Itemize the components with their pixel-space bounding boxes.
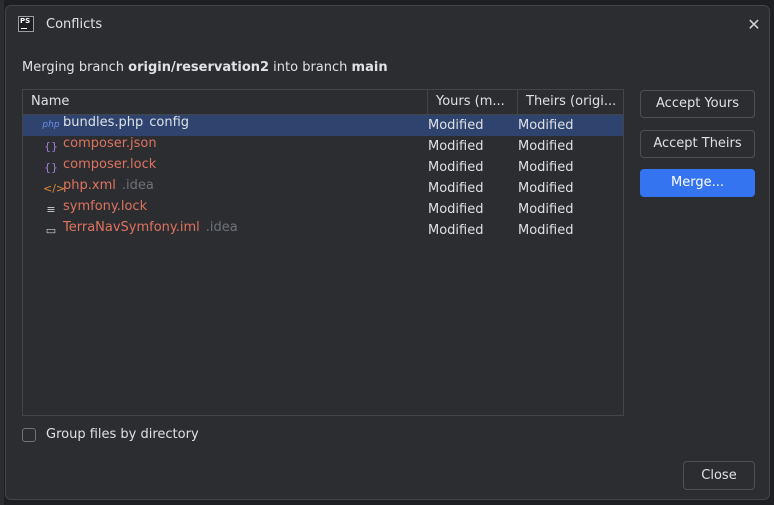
group-by-directory-checkbox[interactable]: [22, 428, 36, 442]
accept-theirs-button[interactable]: Accept Theirs: [640, 130, 755, 158]
yours-status: Modified: [428, 160, 484, 175]
table-row[interactable]: </> php.xml .idea Modified Modified: [23, 178, 623, 199]
source-branch: origin/reservation2: [128, 60, 270, 75]
accept-yours-button[interactable]: Accept Yours: [640, 90, 755, 118]
file-name: TerraNavSymfony.iml: [63, 220, 200, 235]
xml-icon: </>: [43, 182, 66, 195]
file-path-hint: .idea: [205, 220, 238, 235]
file-name: bundles.php: [63, 115, 144, 130]
table-row[interactable]: ≡ symfony.lock Modified Modified: [23, 199, 623, 220]
iml-module-icon: ▭: [45, 224, 57, 237]
table-header: Name Yours (m... Theirs (origi...: [23, 90, 623, 115]
close-button[interactable]: Close: [683, 461, 755, 490]
phpstorm-app-icon: PS: [18, 16, 34, 32]
conflicts-dialog: PS Conflicts ✕ Merging branch origin/res…: [5, 5, 770, 500]
yours-status: Modified: [428, 139, 484, 154]
php-icon: php: [42, 120, 60, 130]
file-path-hint: config: [149, 115, 190, 130]
file-name-cell: php.xml .idea: [63, 178, 154, 193]
dialog-title: Conflicts: [46, 17, 103, 32]
yours-status: Modified: [428, 202, 484, 217]
merge-description: Merging branch origin/reservation2 into …: [22, 60, 388, 75]
table-row[interactable]: php bundles.php config Modified Modified: [23, 115, 623, 136]
conflicts-table: Name Yours (m... Theirs (origi... php bun…: [22, 89, 624, 416]
theirs-status: Modified: [518, 118, 574, 133]
yours-status: Modified: [428, 223, 484, 238]
ide-side-stripe: [0, 0, 4, 505]
table-row[interactable]: {} composer.lock Modified Modified: [23, 157, 623, 178]
file-name: composer.json: [63, 136, 157, 151]
column-header-theirs[interactable]: Theirs (origi...: [517, 90, 623, 114]
file-name-cell: bundles.php config: [63, 115, 189, 130]
yours-status: Modified: [428, 181, 484, 196]
close-icon[interactable]: ✕: [746, 17, 762, 33]
json-braces-icon: {}: [44, 140, 58, 153]
group-by-directory-label[interactable]: Group files by directory: [46, 427, 199, 442]
theirs-status: Modified: [518, 223, 574, 238]
yours-status: Modified: [428, 118, 484, 133]
dialog-titlebar: PS Conflicts ✕: [6, 6, 769, 44]
file-name-cell: TerraNavSymfony.iml .idea: [63, 220, 238, 235]
merge-button[interactable]: Merge...: [640, 169, 755, 197]
file-name: composer.lock: [63, 157, 157, 172]
file-name: symfony.lock: [63, 199, 148, 214]
table-row[interactable]: {} composer.json Modified Modified: [23, 136, 623, 157]
table-row[interactable]: ▭ TerraNavSymfony.iml .idea Modified Modifie…: [23, 220, 623, 241]
theirs-status: Modified: [518, 181, 574, 196]
text-lines-icon: ≡: [46, 203, 56, 216]
file-path-hint: .idea: [121, 178, 154, 193]
theirs-status: Modified: [518, 160, 574, 175]
file-name: php.xml: [63, 178, 116, 193]
column-header-name[interactable]: Name: [23, 90, 427, 114]
column-header-yours[interactable]: Yours (m...: [427, 90, 517, 114]
theirs-status: Modified: [518, 139, 574, 154]
target-branch: main: [351, 60, 388, 75]
json-braces-icon: {}: [44, 161, 58, 174]
theirs-status: Modified: [518, 202, 574, 217]
